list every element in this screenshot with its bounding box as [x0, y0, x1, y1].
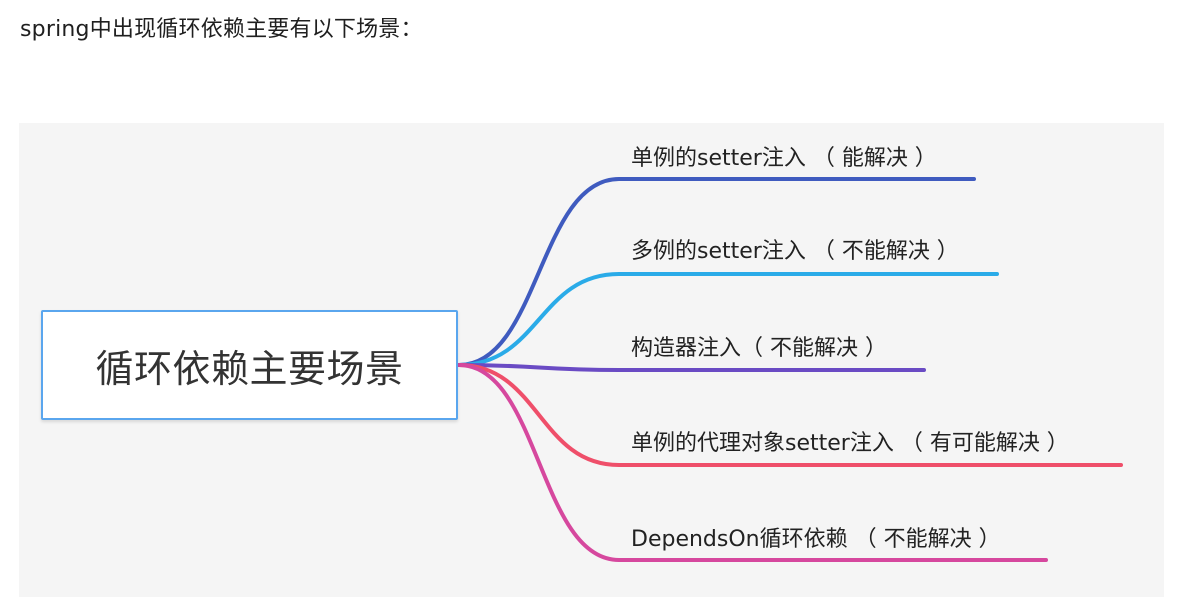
branch-label-2: 多例的setter注入 （ 不能解决 ） — [631, 239, 959, 264]
branch-label-5: DependsOn循环依赖 （ 不能解决 ） — [631, 527, 1001, 552]
root-node: 循环依赖主要场景 — [41, 310, 458, 420]
branch-label-4: 单例的代理对象setter注入 （ 有可能解决 ） — [631, 431, 1069, 456]
root-label: 循环依赖主要场景 — [95, 346, 404, 391]
mind-map-diagram: 循环依赖主要场景 单例的setter注入 （ 能解决 ） 多例的setter注入… — [19, 123, 1164, 597]
branch-connector-3 — [457, 363, 926, 372]
branch-label-1: 单例的setter注入 （ 能解决 ） — [631, 146, 937, 171]
branch-label-3: 构造器注入（ 不能解决 ） — [631, 336, 887, 361]
intro-text: spring中出现循环依赖主要有以下场景： — [20, 17, 423, 42]
